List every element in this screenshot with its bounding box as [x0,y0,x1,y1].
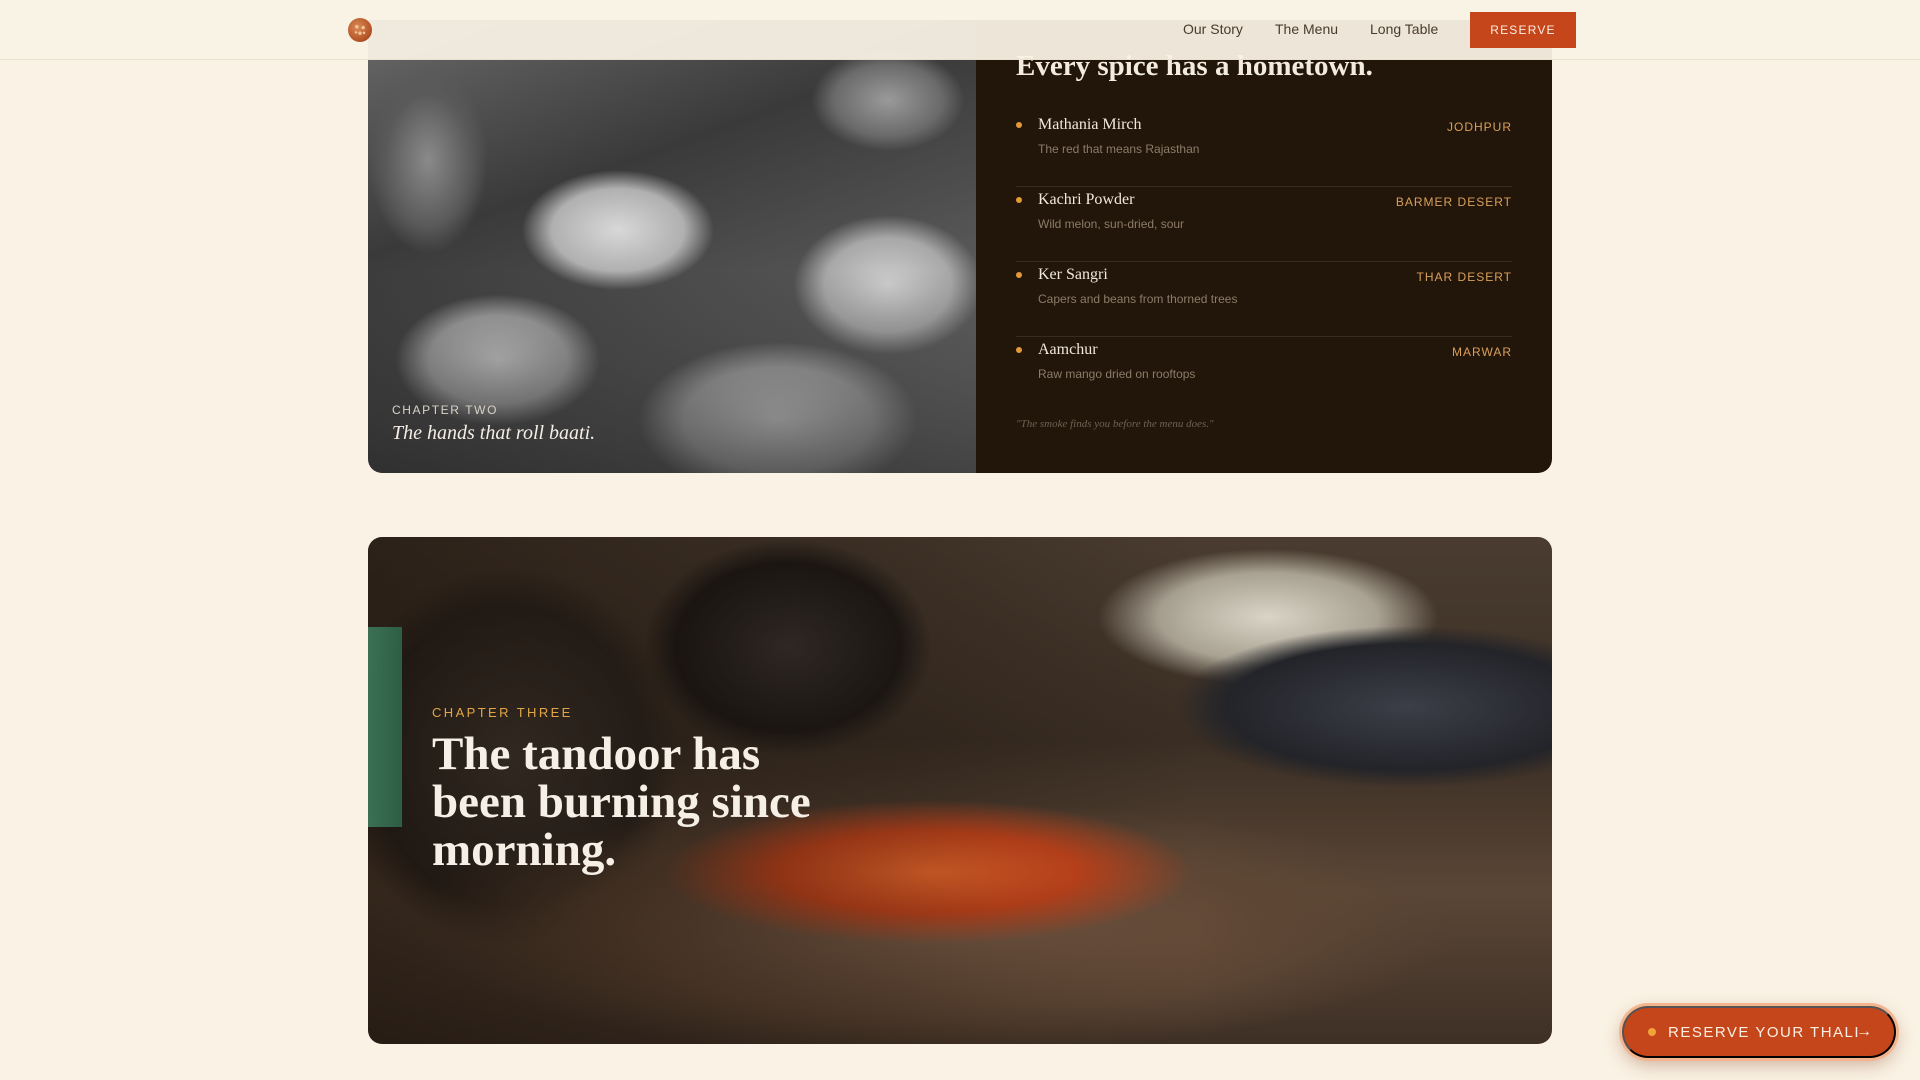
spice-name: Mathania Mirch [1038,116,1142,133]
nav-link-the-menu[interactable]: The Menu [1275,21,1338,37]
spice-origin: MARWAR [1452,345,1512,359]
spice-origin: BARMER DESERT [1395,195,1512,209]
spice-origin: JODHPUR [1446,120,1512,134]
reserve-thali-button[interactable]: RESERVE YOUR THALI → [1622,1006,1896,1058]
chapter-three-title: The tandoor has been burning since morni… [432,728,811,876]
list-item: Kachri Powder Wild melon, sun-dried, sou… [1016,187,1512,262]
bullet-icon [1016,122,1022,128]
bullet-icon [1016,197,1022,203]
spice-desc: Capers and beans from thorned trees [1038,292,1238,306]
status-dot-icon [1648,1028,1656,1036]
spice-name: Ker Sangri [1038,266,1108,283]
spice-origin: THAR DESERT [1416,270,1512,284]
spice-name: Aamchur [1038,341,1098,358]
spice-desc: Wild melon, sun-dried, sour [1038,217,1185,231]
nav-link-our-story[interactable]: Our Story [1183,21,1243,37]
bullet-icon [1016,272,1022,278]
spice-panel: Every spice has a hometown. Mathania Mir… [976,20,1552,473]
nav-link-long-table[interactable]: Long Table [1370,21,1438,37]
tandoor-photo-detail [368,627,402,827]
panel-quote: "The smoke finds you before the menu doe… [1016,418,1214,430]
logo-icon[interactable] [348,18,372,42]
chapter-two-eyebrow: CHAPTER TWO [392,403,499,417]
chapter-three-eyebrow: CHAPTER THREE [432,705,573,720]
arrow-right-icon: → [1856,1023,1872,1040]
spice-name: Kachri Powder [1038,191,1135,208]
chapter-three-card: CHAPTER THREE The tandoor has been burni… [368,537,1552,1044]
list-item: Aamchur Raw mango dried on rooftops MARW… [1016,337,1512,412]
cta-label: RESERVE YOUR THALI [1668,1023,1861,1041]
bullet-icon [1016,347,1022,353]
chapter-two-title: The hands that roll baati. [392,422,596,444]
reserve-button[interactable]: RESERVE [1470,12,1576,48]
spice-desc: Raw mango dried on rooftops [1038,367,1196,381]
list-item: Ker Sangri Capers and beans from thorned… [1016,262,1512,337]
list-item: Mathania Mirch The red that means Rajast… [1016,112,1512,187]
spice-desc: The red that means Rajasthan [1038,142,1200,156]
top-nav: Our Story The Menu Long Table RESERVE [0,0,1920,60]
chapter-two-card: CHAPTER TWO The hands that roll baati. E… [368,20,1552,473]
